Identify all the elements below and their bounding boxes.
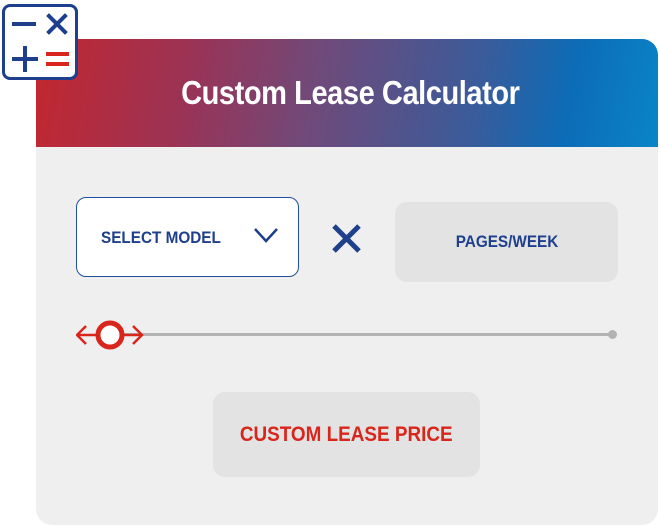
pages-per-week-placeholder: PAGES/WEEK: [455, 232, 558, 251]
custom-lease-price-label: CUSTOM LEASE PRICE: [240, 422, 453, 446]
calculator-symbols-icon: [12, 13, 69, 72]
slider-track[interactable]: [106, 333, 611, 336]
multiply-icon: [331, 223, 362, 259]
calculator-title: Custom Lease Calculator: [180, 74, 520, 111]
calculator-header: Custom Lease Calculator: [36, 39, 658, 147]
pages-per-week-input[interactable]: PAGES/WEEK: [395, 202, 618, 282]
lease-calculator-widget: Custom Lease Calculator SELECT MODEL PAG…: [0, 0, 660, 526]
slider-end-dot: [608, 330, 617, 339]
chevron-down-icon: [253, 226, 279, 249]
pages-slider[interactable]: [75, 316, 621, 354]
calculator-icon: [2, 4, 78, 80]
select-model-label: SELECT MODEL: [101, 228, 221, 247]
select-model-dropdown[interactable]: SELECT MODEL: [76, 197, 299, 277]
custom-lease-price-output: CUSTOM LEASE PRICE: [213, 392, 480, 477]
slider-thumb-arrows-icon[interactable]: [75, 316, 146, 359]
